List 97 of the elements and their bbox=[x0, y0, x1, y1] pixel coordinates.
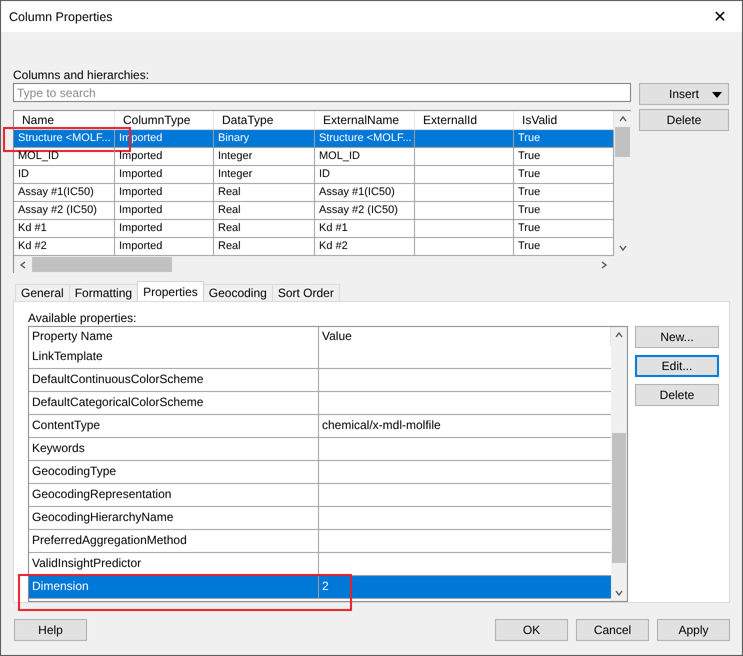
table-cell: Real bbox=[218, 240, 241, 252]
table-cell: Real bbox=[218, 204, 241, 216]
scrollbar-thumb[interactable] bbox=[612, 433, 626, 563]
property-row[interactable]: DefaultCategoricalColorScheme bbox=[29, 392, 611, 415]
table-cell: True bbox=[518, 132, 540, 144]
property-name: Dimension bbox=[32, 579, 89, 593]
table-cell: Kd #1 bbox=[18, 222, 47, 234]
table-cell: Imported bbox=[119, 240, 162, 252]
table-cell: Integer bbox=[218, 168, 252, 180]
property-name: LinkTemplate bbox=[32, 349, 103, 363]
properties-label: Available properties: bbox=[28, 311, 138, 326]
scroll-up-icon[interactable] bbox=[614, 330, 624, 340]
property-row[interactable]: Dimension 2 bbox=[29, 576, 611, 599]
search-field[interactable]: Type to search bbox=[13, 83, 631, 102]
tab[interactable]: Sort Order bbox=[272, 284, 340, 301]
tab[interactable]: General bbox=[15, 284, 70, 301]
scroll-right-icon[interactable] bbox=[599, 260, 609, 270]
table-cell: Kd #2 bbox=[319, 240, 348, 252]
table-cell: Kd #1 bbox=[319, 222, 348, 234]
table-row[interactable]: ID Imported Integer ID True bbox=[14, 166, 614, 184]
tab[interactable]: Formatting bbox=[68, 284, 138, 301]
property-name: GeocodingType bbox=[32, 464, 116, 478]
table-cell: Real bbox=[218, 222, 241, 234]
table-row[interactable]: Assay #2 (IC50) Imported Real Assay #2 (IC50) True bbox=[14, 202, 614, 220]
table-cell: Imported bbox=[119, 186, 162, 198]
table-cell: Imported bbox=[119, 168, 162, 180]
table-cell: True bbox=[518, 150, 540, 162]
column-header[interactable]: Property Name bbox=[29, 327, 319, 346]
property-name: Keywords bbox=[32, 441, 85, 455]
table-cell: Assay #1(IC50) bbox=[18, 186, 94, 198]
table-cell: ID bbox=[18, 168, 29, 180]
table-cell: Structure <MOLF... bbox=[319, 132, 412, 144]
table-cell: ID bbox=[319, 168, 330, 180]
scroll-up-icon[interactable] bbox=[618, 114, 628, 124]
property-name: GeocodingRepresentation bbox=[32, 487, 172, 501]
column-header[interactable]: ExternalName bbox=[315, 111, 415, 129]
table-row[interactable]: Kd #1 Imported Real Kd #1 True bbox=[14, 220, 614, 238]
scroll-left-icon[interactable] bbox=[18, 260, 28, 270]
column-header[interactable]: Name bbox=[14, 111, 115, 129]
table-cell: True bbox=[518, 204, 540, 216]
table-cell: Kd #2 bbox=[18, 240, 47, 252]
property-row[interactable]: LinkTemplate bbox=[29, 346, 611, 369]
property-value: chemical/x-mdl-molfile bbox=[322, 418, 441, 432]
table-cell: True bbox=[518, 222, 540, 234]
tab[interactable]: Properties bbox=[137, 281, 204, 301]
table-cell: True bbox=[518, 240, 540, 252]
property-row[interactable]: GeocodingHierarchyName bbox=[29, 507, 611, 530]
property-name: PreferredAggregationMethod bbox=[32, 533, 187, 547]
table-cell: Imported bbox=[119, 150, 162, 162]
property-row[interactable]: DefaultContinuousColorScheme bbox=[29, 369, 611, 392]
scroll-down-icon[interactable] bbox=[614, 588, 624, 598]
table-cell: Real bbox=[218, 186, 241, 198]
table-cell: Binary bbox=[218, 132, 250, 144]
table-cell: Integer bbox=[218, 150, 252, 162]
scroll-down-icon[interactable] bbox=[618, 243, 628, 253]
property-button[interactable]: Delete bbox=[635, 384, 719, 406]
vertical-scrollbar[interactable] bbox=[611, 327, 627, 601]
table-cell: Assay #2 (IC50) bbox=[319, 204, 398, 216]
property-name: GeocodingHierarchyName bbox=[32, 510, 174, 524]
scrollbar-thumb[interactable] bbox=[32, 257, 172, 272]
property-name: ContentType bbox=[32, 418, 100, 432]
property-button[interactable]: New... bbox=[635, 326, 719, 348]
table-cell: True bbox=[518, 168, 540, 180]
property-name: ValidInsightPredictor bbox=[32, 556, 142, 570]
help-button[interactable]: Help bbox=[14, 619, 87, 641]
property-row[interactable]: GeocodingType bbox=[29, 461, 611, 484]
table-cell: Imported bbox=[119, 204, 162, 216]
property-row[interactable]: ContentType chemical/x-mdl-molfile bbox=[29, 415, 611, 438]
property-row[interactable]: PreferredAggregationMethod bbox=[29, 530, 611, 553]
property-name: DefaultCategoricalColorScheme bbox=[32, 395, 204, 409]
window-title: Column Properties bbox=[9, 10, 113, 24]
dialog-button[interactable]: OK bbox=[495, 619, 568, 641]
table-cell: True bbox=[518, 186, 540, 198]
table-cell: MOL_ID bbox=[319, 150, 360, 162]
column-header[interactable]: ExternalId bbox=[415, 111, 514, 129]
property-name: DefaultContinuousColorScheme bbox=[32, 372, 204, 386]
property-value: 2 bbox=[322, 579, 329, 593]
table-row[interactable]: MOL_ID Imported Integer MOL_ID True bbox=[14, 148, 614, 166]
table-cell: Assay #2 (IC50) bbox=[18, 204, 97, 216]
table-cell: Assay #1(IC50) bbox=[319, 186, 395, 198]
delete-button[interactable]: Delete bbox=[639, 109, 729, 131]
close-button[interactable]: ✕ bbox=[698, 2, 742, 32]
insert-dropdown-button[interactable]: Insert bbox=[639, 83, 729, 105]
table-cell: MOL_ID bbox=[18, 150, 59, 162]
property-row[interactable]: GeocodingRepresentation bbox=[29, 484, 611, 507]
property-row[interactable]: Keywords bbox=[29, 438, 611, 461]
columns-label: Columns and hierarchies: bbox=[13, 68, 150, 83]
tab[interactable]: Geocoding bbox=[202, 284, 273, 301]
table-row[interactable]: Assay #1(IC50) Imported Real Assay #1(IC50) True bbox=[14, 184, 614, 202]
scrollbar-thumb[interactable] bbox=[615, 127, 630, 157]
table-cell: Structure <MOLF... bbox=[18, 132, 111, 144]
dialog-button[interactable]: Apply bbox=[657, 619, 730, 641]
column-header[interactable]: ColumnType bbox=[115, 111, 214, 129]
property-button[interactable]: Edit... bbox=[635, 355, 719, 377]
table-cell: Imported bbox=[119, 222, 162, 234]
column-header[interactable]: DataType bbox=[214, 111, 315, 129]
dialog-button[interactable]: Cancel bbox=[576, 619, 649, 641]
